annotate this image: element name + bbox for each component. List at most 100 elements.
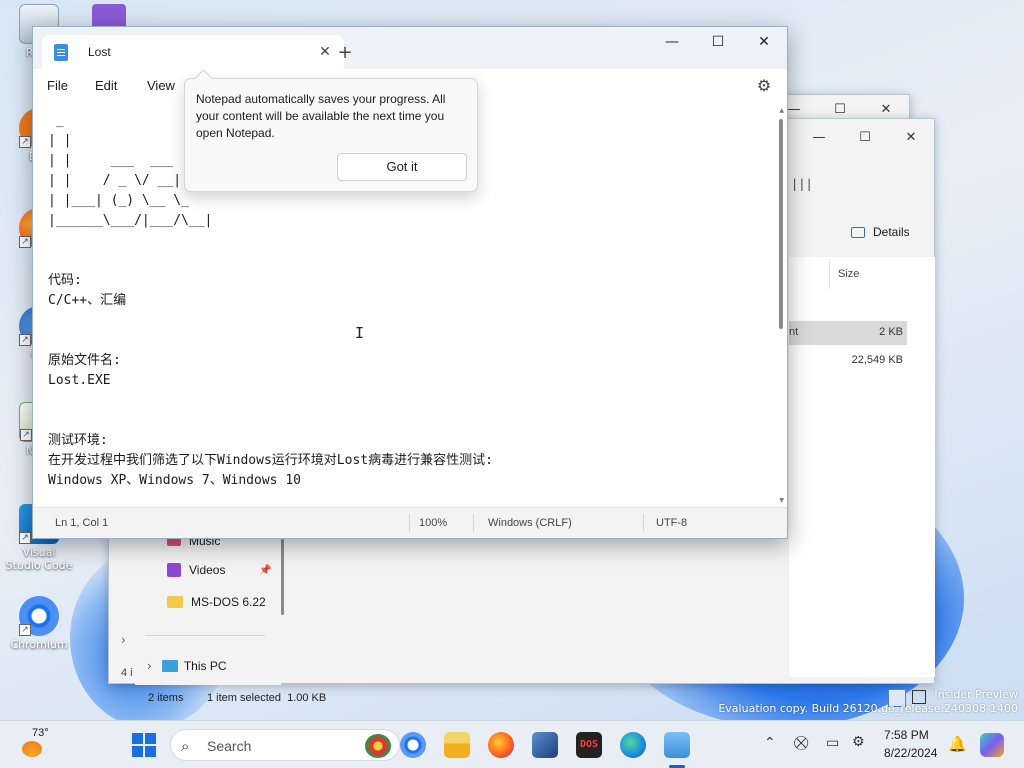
chevron-right-icon[interactable]: ›	[121, 633, 126, 647]
table-row[interactable]: nt 2 KB	[789, 321, 907, 345]
search-placeholder: Search	[207, 738, 252, 754]
weather-temp: 73°	[32, 727, 49, 739]
pin-icon: 📌	[259, 565, 272, 576]
encoding[interactable]: UTF-8	[656, 517, 687, 529]
search-highlight-icon	[365, 734, 391, 758]
taskbar-app-dos-icon[interactable]: DOS	[576, 732, 602, 758]
status-divider	[409, 514, 410, 532]
file-list-pane	[789, 257, 935, 677]
partial-status-text: 4 i	[121, 667, 133, 679]
desktop-icon-label: Chromium	[10, 638, 68, 651]
network-off-icon[interactable]: ⛒	[794, 735, 808, 751]
document-line: 在开发过程中我们筛选了以下Windows运行环境对Lost病毒进行兼容性测试:	[48, 453, 493, 468]
file-size: 22,549 KB	[851, 354, 903, 366]
clock-date[interactable]: 8/22/2024	[884, 746, 937, 760]
scroll-up-icon[interactable]: ▲	[779, 107, 784, 114]
weather-sun-icon	[22, 741, 42, 757]
text-cursor-icon: I	[355, 324, 365, 342]
desktop-icon-chromium[interactable]: ↗ Chromium	[4, 596, 74, 651]
file-name: nt	[789, 326, 799, 338]
details-button[interactable]: Details	[851, 225, 910, 239]
document-line: Lost.EXE	[48, 373, 111, 388]
folder-icon	[167, 596, 183, 608]
cursor-position: Ln 1, Col 1	[55, 517, 109, 529]
watermark-line-1: Insider Preview	[934, 688, 1018, 701]
new-tab-button[interactable]: +	[331, 41, 359, 67]
maximize-icon[interactable]: ☐	[695, 27, 741, 57]
taskbar-app-edge-icon[interactable]	[620, 732, 646, 758]
close-icon[interactable]: ✕	[741, 27, 787, 57]
details-label: Details	[873, 225, 910, 239]
document-line: Windows XP、Windows 7、Windows 10	[48, 473, 301, 488]
toolbar-fragment-icon: |||	[791, 177, 813, 191]
chromium-icon: ↗	[19, 596, 59, 636]
device-icon[interactable]: ▭	[826, 735, 839, 751]
maximize-icon[interactable]: ☐	[842, 123, 888, 151]
menu-view[interactable]: View	[147, 78, 175, 93]
window-controls: — ☐ ✕	[796, 123, 934, 151]
desktop-icon-label: Visual Studio Code	[5, 546, 73, 572]
nav-divider	[145, 635, 265, 636]
taskbar-app-file-explorer-icon[interactable]	[444, 732, 470, 758]
got-it-button[interactable]: Got it	[337, 153, 467, 181]
taskbar-app-virtualbox-icon[interactable]	[532, 732, 558, 758]
nav-item-label: This PC	[183, 659, 227, 673]
chevron-up-icon[interactable]: ⌃	[764, 735, 776, 751]
notepad-status-bar: Ln 1, Col 1 100% Windows (CRLF) UTF-8	[33, 507, 787, 538]
gear-icon[interactable]: ⚙	[755, 77, 773, 95]
copilot-icon[interactable]	[980, 733, 1004, 757]
close-icon[interactable]: ✕	[888, 123, 934, 151]
menu-edit[interactable]: Edit	[95, 78, 117, 93]
document-line: 原始文件名:	[48, 353, 121, 368]
line-ending[interactable]: Windows (CRLF)	[488, 517, 572, 529]
taskbar-search[interactable]: ⌕ Search	[170, 729, 400, 761]
weather-widget[interactable]: 73°	[18, 727, 62, 763]
column-header-size[interactable]: Size	[829, 259, 909, 289]
settings-sync-icon[interactable]: ⚙	[852, 734, 865, 750]
document-line: C/C++、汇编	[48, 293, 127, 308]
autosave-tip-popup: Notepad automatically saves your progres…	[184, 78, 478, 192]
file-size: 2 KB	[879, 326, 903, 338]
start-button[interactable]	[132, 733, 156, 757]
tab-title: Lost	[88, 45, 111, 59]
taskbar-app-firefox-icon[interactable]	[488, 732, 514, 758]
watermark-line-2: Evaluation copy. Build 26120.ge_release.…	[718, 702, 1018, 715]
menu-file[interactable]: File	[47, 78, 68, 93]
nav-item-this-pc[interactable]: › This PC	[147, 659, 227, 673]
clock-time[interactable]: 7:58 PM	[884, 728, 929, 742]
tab-lost[interactable]: Lost ✕	[42, 35, 344, 69]
taskbar: 73° ⌕ Search DOS ⌃ ⛒ ▭ ⚙ 7:58 PM 8/22/20…	[0, 720, 1024, 768]
editor-scrollbar[interactable]	[779, 119, 783, 329]
details-pane-icon	[851, 226, 865, 238]
minimize-icon[interactable]: —	[649, 27, 695, 57]
minimize-icon[interactable]: —	[796, 123, 842, 151]
window-controls: — ☐ ✕	[649, 27, 787, 57]
status-divider	[643, 514, 644, 532]
nav-item-videos[interactable]: Videos	[167, 563, 225, 577]
chevron-right-icon[interactable]: ›	[147, 659, 152, 673]
status-divider	[473, 514, 474, 532]
document-line: 测试环境:	[48, 433, 108, 448]
taskbar-app-notepad-icon[interactable]	[664, 732, 690, 758]
notepad-doc-icon	[54, 43, 68, 61]
tip-message: Notepad automatically saves your progres…	[196, 92, 446, 140]
zoom-level[interactable]: 100%	[419, 517, 447, 529]
document-line: | |___| (_) \__ \_	[48, 193, 189, 208]
search-icon: ⌕	[181, 737, 190, 755]
table-row[interactable]: 22,549 KB	[789, 349, 907, 373]
nav-item-ms-dos[interactable]: MS-DOS 6.22	[167, 595, 266, 609]
nav-scrollbar[interactable]	[281, 539, 284, 615]
notification-bell-icon[interactable]: 🔔	[948, 735, 967, 753]
column-header-label: Size	[838, 268, 860, 280]
scroll-down-icon[interactable]: ▼	[779, 497, 784, 504]
document-line: 代码:	[48, 273, 82, 288]
notepad-titlebar[interactable]: Lost ✕ + — ☐ ✕	[33, 27, 787, 69]
taskbar-app-chrome-icon[interactable]	[400, 732, 426, 758]
nav-item-label: MS-DOS 6.22	[191, 595, 266, 609]
